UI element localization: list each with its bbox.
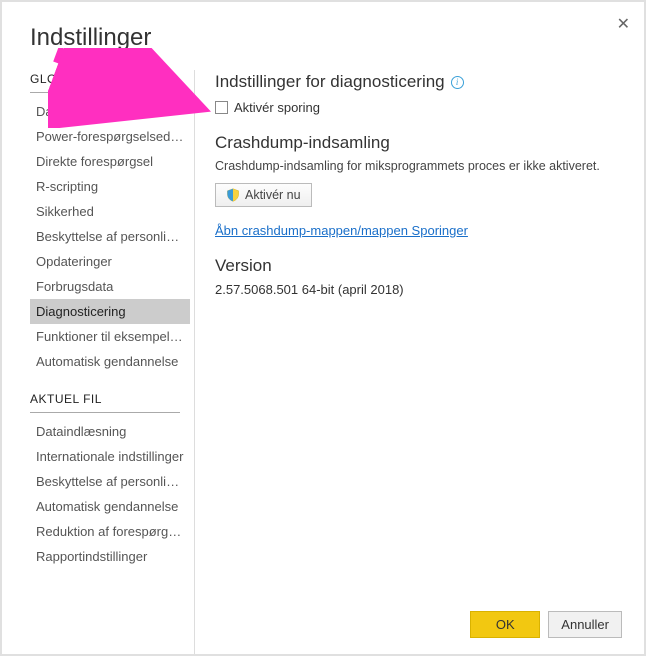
sidebar-item[interactable]: Sikkerhed <box>30 199 190 224</box>
sidebar-item[interactable]: Forbrugsdata <box>30 274 190 299</box>
window-title: Indstillinger <box>30 24 616 52</box>
diagnostics-section-title: Indstillinger for diagnosticering i <box>215 72 616 92</box>
sidebar-item[interactable]: Funktioner til eksempelv... <box>30 324 190 349</box>
sidebar-item[interactable]: Power-forespørgselseditor <box>30 124 190 149</box>
crashdump-desc: Crashdump-indsamling for miksprogrammets… <box>215 159 616 173</box>
diagnostics-title-text: Indstillinger for diagnosticering <box>215 72 445 92</box>
sidebar-item[interactable]: Direkte forespørgsel <box>30 149 190 174</box>
sidebar-item[interactable]: Automatisk gendannelse <box>30 494 190 519</box>
close-icon[interactable]: ✕ <box>617 14 630 34</box>
sidebar-item[interactable]: Rapportindstillinger <box>30 544 190 569</box>
version-value: 2.57.5068.501 64-bit (april 2018) <box>215 282 616 297</box>
sidebar-item[interactable]: Reduktion af forespørgsl... <box>30 519 190 544</box>
dialog-footer: OK Annuller <box>470 611 622 638</box>
sidebar-item[interactable]: Beskyttelse af personlige... <box>30 224 190 249</box>
cancel-button[interactable]: Annuller <box>548 611 622 638</box>
version-section-title: Version <box>215 256 616 276</box>
ok-button[interactable]: OK <box>470 611 540 638</box>
open-crashdump-folder-link[interactable]: Åbn crashdump-mappen/mappen Sporinger <box>215 223 468 238</box>
info-icon[interactable]: i <box>451 76 464 89</box>
sidebar-item[interactable]: Beskyttelse af personlige... <box>30 469 190 494</box>
activate-now-label: Aktivér nu <box>245 188 301 202</box>
sidebar-section-head: GLOBALE <box>30 72 180 93</box>
sidebar-item[interactable]: Diagnosticering <box>30 299 190 324</box>
sidebar: GLOBALEDataindlæsningPower-forespørgsels… <box>30 70 195 654</box>
sidebar-item[interactable]: Internationale indstillinger <box>30 444 190 469</box>
sidebar-section-head: AKTUEL FIL <box>30 392 180 413</box>
enable-tracing-checkbox[interactable]: Aktivér sporing <box>215 100 616 115</box>
checkbox-label: Aktivér sporing <box>234 100 320 115</box>
checkbox-box[interactable] <box>215 101 228 114</box>
activate-now-button[interactable]: Aktivér nu <box>215 183 312 207</box>
sidebar-item[interactable]: Dataindlæsning <box>30 99 190 124</box>
crashdump-section-title: Crashdump-indsamling <box>215 133 616 153</box>
sidebar-item[interactable]: Automatisk gendannelse <box>30 349 190 374</box>
sidebar-item[interactable]: Dataindlæsning <box>30 419 190 444</box>
shield-icon <box>226 188 240 202</box>
main-panel: Indstillinger for diagnosticering i Akti… <box>195 70 616 654</box>
sidebar-item[interactable]: R-scripting <box>30 174 190 199</box>
sidebar-item[interactable]: Opdateringer <box>30 249 190 274</box>
